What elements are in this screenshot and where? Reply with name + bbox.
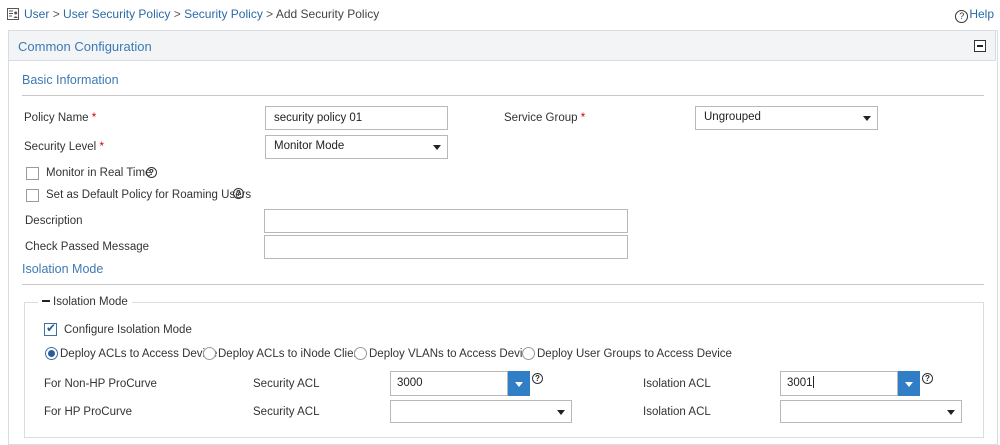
required-marker: * (99, 141, 104, 153)
description-input[interactable] (264, 209, 628, 233)
isolation-mode-title: Isolation Mode (22, 262, 104, 276)
radio-deploy-acls-inode[interactable] (203, 347, 216, 360)
security-acl-label: Security ACL (253, 378, 320, 390)
description-label: Description (25, 215, 83, 227)
help-label: Help (969, 7, 994, 21)
help-circle-icon[interactable]: ? (146, 167, 157, 178)
monitor-realtime-label: Monitor in Real Time (46, 167, 152, 179)
service-group-select[interactable]: Ungrouped (695, 106, 878, 130)
chevron-down-icon (557, 410, 565, 415)
chevron-down-icon (433, 145, 441, 150)
radio-label: Deploy User Groups to Access Device (537, 348, 732, 360)
text-caret (812, 376, 814, 388)
chevron-down-icon (863, 116, 871, 121)
non-hp-isolation-acl-input[interactable]: 3001 (780, 371, 898, 396)
chevron-down-icon[interactable] (508, 371, 530, 396)
user-policy-icon (7, 8, 19, 20)
chevron-down-icon (947, 410, 955, 415)
hp-security-acl-select[interactable] (390, 400, 572, 423)
configure-isolation-label: Configure Isolation Mode (64, 324, 192, 336)
isolation-group-legend[interactable]: Isolation Mode (38, 296, 132, 308)
checkmark-icon: ✔ (46, 321, 57, 335)
hp-isolation-acl-select[interactable] (780, 400, 962, 423)
check-passed-input[interactable] (264, 235, 628, 259)
device-non-hp-label: For Non-HP ProCurve (44, 378, 157, 390)
breadcrumb-user[interactable]: User (24, 7, 49, 21)
isolation-acl-label: Isolation ACL (643, 378, 711, 390)
breadcrumb-separator: > (52, 7, 60, 21)
security-level-select[interactable]: Monitor Mode (265, 135, 448, 159)
default-roaming-label: Set as Default Policy for Roaming Users (46, 189, 252, 201)
security-level-label: Security Level * (24, 141, 104, 153)
panel-header (8, 30, 996, 61)
service-group-value: Ungrouped (704, 111, 761, 123)
device-hp-label: For HP ProCurve (44, 406, 132, 418)
check-passed-label: Check Passed Message (25, 241, 150, 253)
configure-isolation-checkbox[interactable]: ✔ (44, 321, 57, 336)
required-marker: * (580, 112, 586, 124)
radio-deploy-acls-access-device[interactable] (45, 347, 58, 360)
security-level-label-text: Security Level (24, 141, 97, 153)
policy-name-input[interactable]: security policy 01 (265, 106, 448, 130)
service-group-label-text: Service Group (504, 112, 578, 124)
help-circle-icon[interactable]: ? (922, 373, 933, 384)
service-group-label: Service Group * (504, 112, 585, 124)
breadcrumb: User > User Security Policy > Security P… (24, 7, 379, 21)
section-divider (22, 95, 984, 96)
policy-name-label: Policy Name * (24, 112, 96, 124)
panel-title: Common Configuration (18, 39, 152, 54)
security-level-value: Monitor Mode (274, 140, 345, 152)
help-circle-icon[interactable]: ? (532, 373, 543, 384)
basic-information-title: Basic Information (22, 73, 119, 87)
help-circle-icon[interactable]: ? (233, 188, 244, 199)
minus-box-icon[interactable] (974, 40, 986, 52)
radio-deploy-user-groups[interactable] (522, 347, 535, 360)
policy-name-label-text: Policy Name (24, 112, 89, 124)
breadcrumb-current: Add Security Policy (275, 7, 380, 21)
monitor-realtime-checkbox[interactable] (26, 167, 39, 180)
radio-deploy-vlans[interactable] (354, 347, 367, 360)
radio-label: Deploy ACLs to Access Device (60, 348, 218, 360)
chevron-down-icon[interactable] (898, 371, 920, 396)
default-roaming-checkbox[interactable] (26, 189, 39, 202)
collapse-minus-icon[interactable] (42, 300, 50, 302)
radio-label: Deploy VLANs to Access Device (369, 348, 535, 360)
section-divider (22, 284, 984, 285)
security-acl-label: Security ACL (253, 406, 320, 418)
non-hp-security-acl-input[interactable]: 3000 (390, 371, 508, 396)
radio-label: Deploy ACLs to iNode Client (218, 348, 364, 360)
isolation-acl-value: 3001 (787, 377, 813, 389)
breadcrumb-security-policy[interactable]: Security Policy (184, 7, 263, 21)
help-link[interactable]: ? Help (955, 7, 994, 23)
breadcrumb-separator: > (266, 7, 274, 21)
isolation-group-label: Isolation Mode (53, 296, 128, 308)
breadcrumb-user-security-policy[interactable]: User Security Policy (63, 7, 170, 21)
help-circle-icon: ? (955, 10, 969, 23)
required-marker: * (91, 112, 97, 124)
breadcrumb-separator: > (173, 7, 181, 21)
isolation-acl-label: Isolation ACL (643, 406, 711, 418)
